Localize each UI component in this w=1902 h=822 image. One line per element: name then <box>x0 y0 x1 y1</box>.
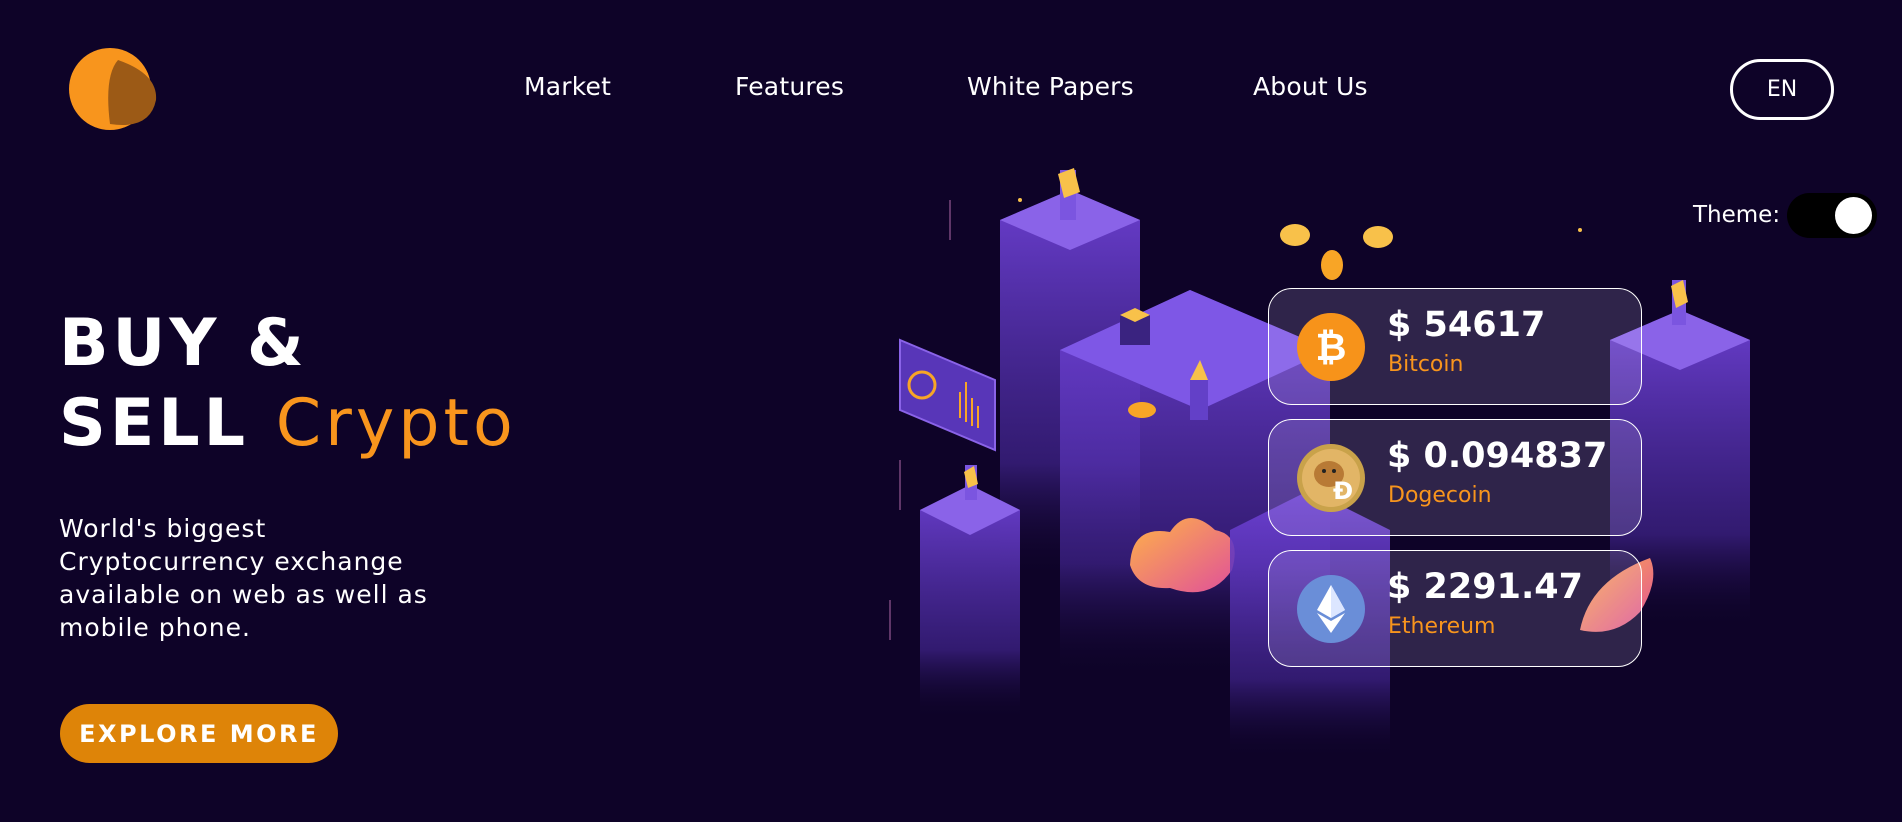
chart-panel <box>899 338 996 452</box>
price-card-dogecoin[interactable]: Ð $ 0.094837 Dogecoin <box>1268 419 1642 536</box>
svg-text:₿: ₿ <box>1316 325 1347 369</box>
nav-item-market[interactable]: Market <box>524 72 611 101</box>
bitcoin-price: $ 54617 <box>1387 305 1546 345</box>
main-nav: Market Features White Papers About Us <box>0 72 1902 112</box>
nav-item-about-us[interactable]: About Us <box>1253 72 1368 101</box>
hero-title-line2-prefix: SELL <box>59 386 250 461</box>
dogecoin-name: Dogecoin <box>1388 483 1492 508</box>
bitcoin-name: Bitcoin <box>1388 352 1464 377</box>
language-button[interactable]: EN <box>1730 59 1834 120</box>
price-card-ethereum[interactable]: $ 2291.47 Ethereum <box>1268 550 1642 667</box>
theme-toggle-knob <box>1835 197 1872 234</box>
ethereum-icon <box>1297 575 1365 643</box>
explore-more-button[interactable]: EXPLORE MORE <box>60 704 338 763</box>
ethereum-price: $ 2291.47 <box>1387 567 1583 607</box>
hero-title-line1: BUY & <box>59 306 308 381</box>
price-card-bitcoin[interactable]: ₿ $ 54617 Bitcoin <box>1268 288 1642 405</box>
ethereum-name: Ethereum <box>1388 614 1496 639</box>
svg-text:Ð: Ð <box>1333 477 1353 505</box>
floating-coins <box>1280 224 1393 280</box>
dogecoin-price: $ 0.094837 <box>1387 436 1608 476</box>
hero-description: World's biggest Cryptocurrency exchange … <box>59 514 428 642</box>
nav-item-white-papers[interactable]: White Papers <box>967 72 1134 101</box>
theme-toggle[interactable] <box>1787 193 1877 238</box>
hero-title: BUY & SELL Crypto <box>59 304 517 464</box>
nav-item-features[interactable]: Features <box>735 72 844 101</box>
hero-title-accent: Crypto <box>275 386 517 461</box>
tower-small-left <box>920 465 1020 720</box>
bitcoin-icon: ₿ <box>1297 313 1365 381</box>
dogecoin-icon: Ð <box>1297 444 1365 512</box>
